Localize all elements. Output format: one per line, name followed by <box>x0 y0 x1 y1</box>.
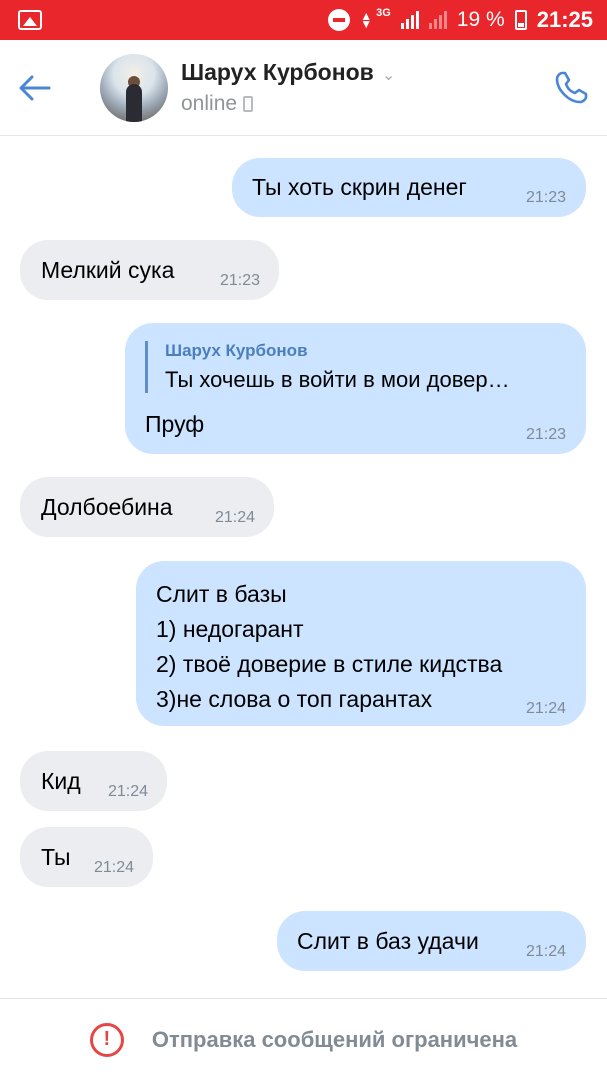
message-text: Ты хоть скрин денег <box>252 174 467 200</box>
message-time: 21:23 <box>525 426 566 443</box>
message-time: 21:24 <box>525 943 566 960</box>
battery-charging-icon <box>514 10 527 30</box>
network-type: 3G <box>376 7 391 19</box>
message-text: Ты <box>41 844 71 870</box>
chevron-down-icon: ⌄ <box>381 66 396 84</box>
status-bar: ▲ ▼ 3G 19 % 21:25 <box>0 0 607 40</box>
message-outgoing[interactable]: Слит в базы 1) недогарант 2) твоё довери… <box>136 561 586 726</box>
message-incoming[interactable]: Долбоебина 21:24 <box>20 477 274 537</box>
chat-header: Шарух Курбонов ⌄ online <box>0 40 607 136</box>
message-time: 21:24 <box>214 509 255 526</box>
message-line: Слит в базы <box>156 581 287 607</box>
message-outgoing[interactable]: Слит в баз удачи 21:24 <box>277 911 586 971</box>
message-text: Слит в баз удачи <box>297 928 479 954</box>
do-not-disturb-icon <box>328 9 351 31</box>
signal-weak-icon <box>428 11 447 29</box>
messaging-restricted-bar: ! Отправка сообщений ограничена <box>0 998 607 1080</box>
message-time: 21:24 <box>525 700 566 717</box>
phone-call-icon <box>555 71 588 103</box>
message-line: 2) твоё доверие в стиле кидства <box>156 651 503 677</box>
message-text: Кид <box>41 768 81 794</box>
back-arrow-icon <box>19 75 51 100</box>
mobile-phone-icon <box>243 96 254 112</box>
signal-icon <box>400 11 419 29</box>
reply-author: Шарух Курбонов <box>165 341 308 360</box>
message-text-lines: Слит в базы 1) недогарант 2) твоё довери… <box>156 577 502 717</box>
message-time: 21:23 <box>219 272 260 289</box>
message-incoming[interactable]: Кид 21:24 <box>20 751 167 811</box>
online-status: online <box>181 92 238 115</box>
call-button[interactable] <box>535 40 607 136</box>
status-time: 21:25 <box>536 7 593 32</box>
message-text: Долбоебина <box>41 494 173 520</box>
battery-percent: 19 % <box>456 8 505 31</box>
message-line: 3)не слова о топ гарантах <box>156 686 433 712</box>
message-time: 21:23 <box>525 189 566 206</box>
chat-title-block[interactable]: Шарух Курбонов ⌄ online <box>181 59 535 116</box>
message-time: 21:24 <box>93 859 134 876</box>
chat-title: Шарух Курбонов <box>181 59 374 85</box>
message-text: Мелкий сука <box>41 257 175 283</box>
message-outgoing-reply[interactable]: Шарух Курбонов Ты хочешь в войти в мои д… <box>125 323 586 454</box>
warning-icon: ! <box>89 1022 124 1057</box>
message-line: 1) недогарант <box>156 616 304 642</box>
reply-quote[interactable]: Шарух Курбонов Ты хочешь в войти в мои д… <box>145 341 510 393</box>
message-time: 21:24 <box>107 783 148 800</box>
back-button[interactable] <box>0 40 70 136</box>
message-incoming[interactable]: Мелкий сука 21:23 <box>20 240 279 300</box>
message-text: Пруф <box>145 411 205 437</box>
message-outgoing[interactable]: Ты хоть скрин денег 21:23 <box>232 158 586 217</box>
reply-text: Ты хочешь в войти в мои довер… <box>165 367 510 392</box>
avatar[interactable] <box>100 53 168 122</box>
restricted-notice: Отправка сообщений ограничена <box>151 1026 518 1052</box>
data-arrows-icon: ▲ ▼ <box>360 9 373 31</box>
message-incoming[interactable]: Ты 21:24 <box>20 827 153 887</box>
gallery-icon <box>18 10 42 30</box>
